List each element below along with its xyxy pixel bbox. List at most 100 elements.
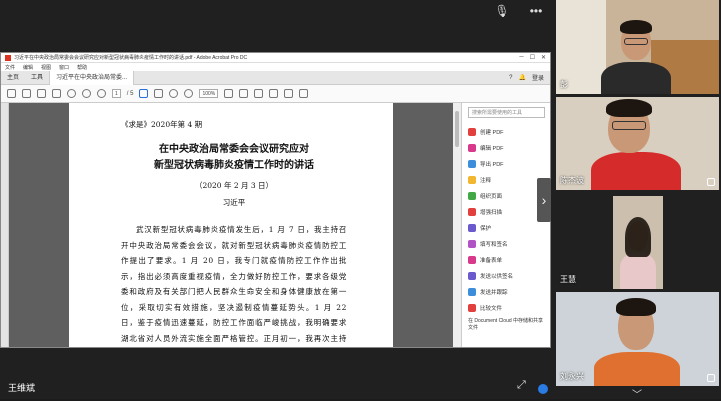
comment-icon[interactable] — [254, 89, 264, 98]
glasses — [624, 38, 648, 45]
acrobat-toolbar: 1 / 5 100% — [1, 85, 550, 103]
maximize-icon[interactable]: ☐ — [530, 54, 535, 61]
tool-item[interactable]: 填写和签名 — [468, 236, 545, 252]
highlight-icon[interactable] — [269, 89, 279, 98]
minimize-icon[interactable]: ─ — [519, 54, 523, 61]
tool-item[interactable]: 比较文件 — [468, 300, 545, 316]
glasses — [612, 121, 646, 130]
page-number-input[interactable]: 1 — [112, 89, 121, 98]
tab-tools[interactable]: 工具 — [25, 71, 49, 85]
video-tile-4[interactable]: 刘永兴 — [556, 292, 719, 386]
navigation-pane-toggle[interactable] — [1, 103, 9, 347]
zoom-in-icon[interactable] — [184, 89, 194, 98]
chevron-right-icon[interactable]: › — [537, 178, 551, 222]
presenter-name: 王维斌 — [8, 383, 36, 393]
tool-label: 准备表单 — [480, 258, 503, 264]
search-icon[interactable] — [67, 89, 76, 98]
document-viewer[interactable]: 《求是》2020年第 4 期 在中央政治局常委会会议研究应对 新型冠状病毒肺炎疫… — [1, 103, 461, 347]
meeting-top-controls: 🎙 ••• — [490, 2, 548, 20]
vertical-scrollbar[interactable] — [453, 103, 461, 347]
mic-status-icon — [707, 178, 715, 186]
participant-name: 刘永兴 — [560, 372, 584, 381]
tab-document[interactable]: 习近平在中央政治局常委... — [49, 70, 135, 85]
tool-label: 保护 — [480, 226, 492, 232]
video-tile-2[interactable]: 陈杰波 — [556, 97, 719, 190]
person-torso — [620, 253, 656, 289]
next-page-icon[interactable] — [97, 89, 106, 98]
tool-icon — [468, 304, 476, 312]
tool-item[interactable]: 创建 PDF — [468, 124, 545, 140]
select-cursor-icon[interactable] — [139, 89, 149, 98]
email-icon[interactable] — [52, 89, 61, 98]
save-icon[interactable] — [22, 89, 31, 98]
tool-item[interactable]: 导出 PDF — [468, 156, 545, 172]
scrollbar-thumb[interactable] — [455, 111, 459, 147]
video-tile-1[interactable]: 彭 — [556, 0, 719, 94]
tool-label: 比较文件 — [480, 306, 503, 312]
person-hair — [616, 298, 656, 316]
zoom-out-icon[interactable] — [169, 89, 179, 98]
tab-home[interactable]: 主页 — [1, 71, 25, 85]
video-tile-3[interactable]: 王慧 — [556, 193, 719, 289]
participant-name: 彭 — [560, 80, 568, 89]
hand-tool-icon[interactable] — [154, 89, 164, 98]
zoom-select[interactable]: 100% — [199, 89, 219, 98]
tool-item[interactable]: 增强扫描 — [468, 204, 545, 220]
close-icon[interactable]: ✕ — [541, 54, 546, 61]
tool-item[interactable]: 发送以供签名 — [468, 268, 545, 284]
tool-list: 创建 PDF 编辑 PDF 导出 PDF 注释 组织页面 增强扫描保护填写和签名准备表单发… — [468, 124, 545, 316]
menu-help[interactable]: 帮助 — [77, 64, 87, 71]
page-total: / 5 — [126, 90, 134, 97]
help-icon[interactable]: ? — [509, 75, 512, 81]
tool-item[interactable]: 编辑 PDF — [468, 140, 545, 156]
document-cloud-note: 在 Document Cloud 中存储和共享文件 — [468, 318, 544, 331]
tool-item[interactable]: 注释 — [468, 172, 545, 188]
pdf-page: 《求是》2020年第 4 期 在中央政治局常委会会议研究应对 新型冠状病毒肺炎疫… — [69, 103, 393, 347]
fullscreen-icon[interactable]: ⤢ — [517, 379, 526, 392]
person-torso — [591, 152, 681, 190]
tool-item[interactable]: 准备表单 — [468, 252, 545, 268]
person-torso — [601, 62, 671, 94]
tool-label: 创建 PDF — [480, 130, 504, 136]
tool-search-input[interactable]: 搜索所需要使用的工具 — [468, 107, 545, 118]
chat-icon[interactable] — [538, 384, 548, 394]
tool-icon — [468, 240, 476, 248]
tool-label: 发送以供签名 — [480, 274, 514, 280]
print-icon[interactable] — [37, 89, 46, 98]
title-line-1: 在中央政治局常委会会议研究应对 — [159, 144, 309, 155]
notifications-icon[interactable]: 🔔 — [519, 74, 526, 81]
menu-edit[interactable]: 编辑 — [23, 64, 33, 71]
shared-screen-acrobat: 习近平在中央政治局常委会会议研究应对新型冠状病毒肺炎疫情工作时的讲话.pdf -… — [0, 52, 551, 348]
tool-item[interactable]: 发送并跟踪 — [468, 284, 545, 300]
mic-status-icon — [707, 374, 715, 382]
menu-file[interactable]: 文件 — [5, 64, 15, 71]
microphone-icon[interactable]: 🎙 — [490, 2, 514, 20]
tool-item[interactable]: 组织页面 — [468, 188, 545, 204]
tool-icon — [468, 288, 476, 296]
tool-icon — [468, 256, 476, 264]
sign-icon[interactable] — [284, 89, 294, 98]
tools-pane: 搜索所需要使用的工具 创建 PDF 编辑 PDF 导出 PDF 注释 组织页面 增强扫描保… — [461, 103, 550, 347]
tool-item[interactable]: 保护 — [468, 220, 545, 236]
tool-icon — [468, 144, 476, 152]
share-icon[interactable] — [299, 89, 309, 98]
person-hair — [606, 99, 652, 117]
document-title: 在中央政治局常委会会议研究应对 新型冠状病毒肺炎疫情工作时的讲话 — [121, 142, 347, 174]
title-line-2: 新型冠状病毒肺炎疫情工作时的讲话 — [154, 160, 314, 171]
scroll-mode-icon[interactable] — [239, 89, 249, 98]
tool-icon — [468, 192, 476, 200]
tool-label: 发送并跟踪 — [480, 290, 508, 296]
tool-icon — [468, 272, 476, 280]
document-date: （2020 年 2 月 3 日） — [194, 181, 274, 190]
tool-icon — [468, 128, 476, 136]
menu-view[interactable]: 视图 — [41, 64, 51, 71]
menu-window[interactable]: 窗口 — [59, 64, 69, 71]
login-link[interactable]: 登录 — [532, 73, 544, 82]
more-options-icon[interactable]: ••• — [524, 2, 548, 20]
issue-line: 《求是》2020年第 4 期 — [121, 120, 203, 129]
fit-page-icon[interactable] — [224, 89, 234, 98]
prev-page-icon[interactable] — [82, 89, 91, 98]
acrobat-titlebar: 习近平在中央政治局常委会会议研究应对新型冠状病毒肺炎疫情工作时的讲话.pdf -… — [1, 53, 550, 63]
acrobat-app-icon — [5, 54, 11, 61]
create-icon[interactable] — [7, 89, 16, 98]
